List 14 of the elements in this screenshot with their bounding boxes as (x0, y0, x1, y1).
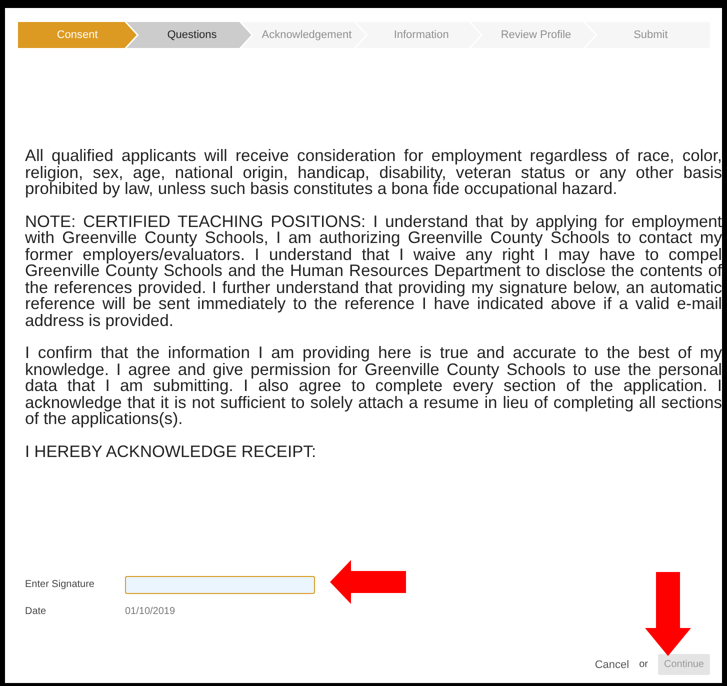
signature-field[interactable] (125, 576, 315, 594)
field-label: Date (25, 606, 48, 617)
arrow-icon (330, 560, 406, 604)
paragraph: NOTE: CERTIFIED TEACHING POSITIONS: I understand that by applying for employment with Greenville County Schools, I am authorizing Greenville County Schools to contact my former employers/evaluators. I understand that I waive any right I may have to compel Greenville County Schools and the Human Resources Department to disclose the contents of the references provided. I further understand that providing my signature below, an automatic reference will be sent immediately to the reference I have indicated above if a valid e-mail address is provided. (25, 214, 722, 329)
paragraph: I confirm that the information I am providing here is true and accurate to the best of my knowledge. I agree and give permission for Greenville County Schools to use the personal data that I am submitting. I also agree to complete every section of the application. I acknowledge that it is not sufficient to solely attach a resume in lieu of completing all sections of the applications(s). (25, 345, 722, 428)
paragraph: I HEREBY ACKNOWLEDGE RECEIPT: (25, 444, 318, 460)
step-tab[interactable]: Questions (126, 22, 252, 48)
arrow-icon (645, 572, 691, 656)
field-label: Enter Signature (25, 579, 96, 590)
step-tab[interactable]: Consent (18, 22, 137, 48)
paragraph: All qualified applicants will receive consideration for employment regardless of race, color, religion, sex, age, national origin, handicap, disability, veteran status or any other basis prohibited by law, unless such basis constitutes a bona fide occupational hazard. (25, 148, 722, 198)
or-text: or (639, 659, 648, 670)
date-value: 01/10/2019 (125, 606, 176, 617)
cancel-link[interactable]: Cancel (594, 658, 630, 670)
